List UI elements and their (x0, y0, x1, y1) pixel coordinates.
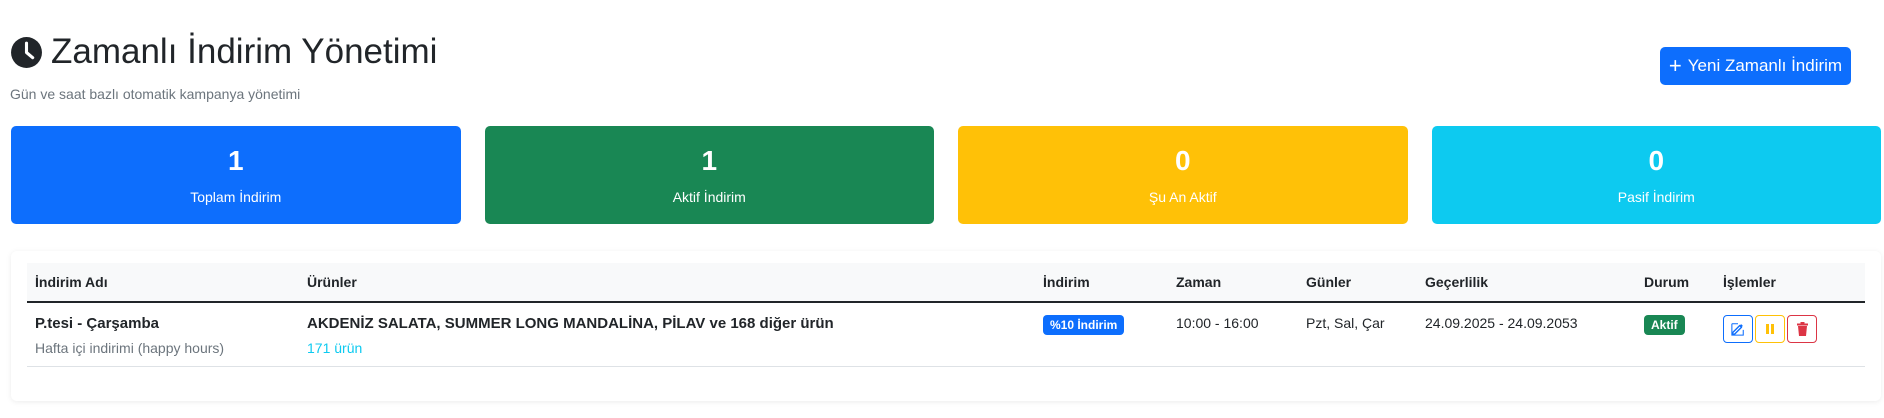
pause-button[interactable] (1755, 315, 1785, 343)
cell-products: AKDENİZ SALATA, SUMMER LONG MANDALİNA, P… (299, 302, 1035, 367)
new-timed-discount-label: Yeni Zamanlı İndirim (1687, 56, 1843, 75)
delete-button[interactable] (1787, 315, 1817, 343)
col-discount-name: İndirim Adı (27, 263, 299, 303)
discount-badge: %10 İndirim (1043, 315, 1125, 335)
stats-row: 1 Toplam İndirim 1 Aktif İndirim 0 Şu An… (11, 126, 1881, 224)
col-status: Durum (1636, 263, 1715, 303)
title-row: Zamanlı İndirim Yönetimi (10, 32, 437, 72)
stat-label-currently-active: Şu An Aktif (1148, 189, 1217, 205)
row-actions (1723, 315, 1857, 343)
stat-card-currently-active: 0 Şu An Aktif (958, 126, 1408, 224)
new-timed-discount-button[interactable]: + Yeni Zamanlı İndirim (1660, 47, 1851, 85)
stat-value-total: 1 (227, 145, 244, 176)
cell-actions (1715, 302, 1865, 367)
pause-icon (1766, 324, 1774, 334)
products-list: AKDENİZ SALATA, SUMMER LONG MANDALİNA, P… (307, 315, 834, 332)
stat-card-active: 1 Aktif İndirim (484, 126, 934, 224)
page-title: Zamanlı İndirim Yönetimi (51, 32, 438, 71)
page-subtitle: Gün ve saat bazlı otomatik kampanya yöne… (10, 86, 301, 102)
cell-discount: %10 İndirim (1035, 302, 1168, 367)
discount-table: İndirim Adı Ürünler İndirim Zaman Günler… (27, 263, 1865, 367)
cell-time: 10:00 - 16:00 (1168, 302, 1298, 367)
stat-label-passive: Pasif İndirim (1617, 189, 1695, 205)
col-products: Ürünler (299, 263, 1035, 303)
cell-name: P.tesi - Çarşamba Hafta içi indirimi (ha… (27, 302, 299, 367)
cell-status: Aktif (1636, 302, 1715, 367)
col-days: Günler (1298, 263, 1417, 303)
col-time: Zaman (1168, 263, 1298, 303)
clock-icon (11, 36, 42, 68)
col-validity: Geçerlilik (1417, 263, 1636, 303)
page-header: Zamanlı İndirim Yönetimi Gün ve saat baz… (10, 32, 437, 102)
table-row: P.tesi - Çarşamba Hafta içi indirimi (ha… (27, 302, 1865, 367)
edit-button[interactable] (1723, 315, 1753, 343)
product-count-link[interactable]: 171 ürün (307, 340, 1027, 356)
discount-table-card: İndirim Adı Ürünler İndirim Zaman Günler… (11, 251, 1881, 401)
stat-label-total: Toplam İndirim (190, 189, 282, 205)
stat-card-total: 1 Toplam İndirim (11, 126, 461, 224)
stat-value-active: 1 (701, 145, 718, 176)
status-badge: Aktif (1644, 315, 1685, 335)
cell-validity: 24.09.2025 - 24.09.2053 (1417, 302, 1636, 367)
col-discount: İndirim (1035, 263, 1168, 303)
stat-label-active: Aktif İndirim (672, 189, 746, 205)
stat-card-passive: 0 Pasif İndirim (1431, 126, 1881, 224)
stat-value-passive: 0 (1648, 145, 1665, 176)
discount-name: P.tesi - Çarşamba (35, 315, 159, 332)
table-header-row: İndirim Adı Ürünler İndirim Zaman Günler… (27, 263, 1865, 303)
trash-icon (1796, 322, 1808, 336)
stat-value-currently-active: 0 (1174, 145, 1191, 176)
plus-icon: + (1668, 53, 1682, 78)
page: Zamanlı İndirim Yönetimi Gün ve saat baz… (0, 0, 1884, 418)
discount-description: Hafta içi indirimi (happy hours) (35, 340, 225, 356)
col-actions: İşlemler (1715, 263, 1865, 303)
edit-icon (1731, 323, 1744, 336)
cell-days: Pzt, Sal, Çar (1298, 302, 1417, 367)
